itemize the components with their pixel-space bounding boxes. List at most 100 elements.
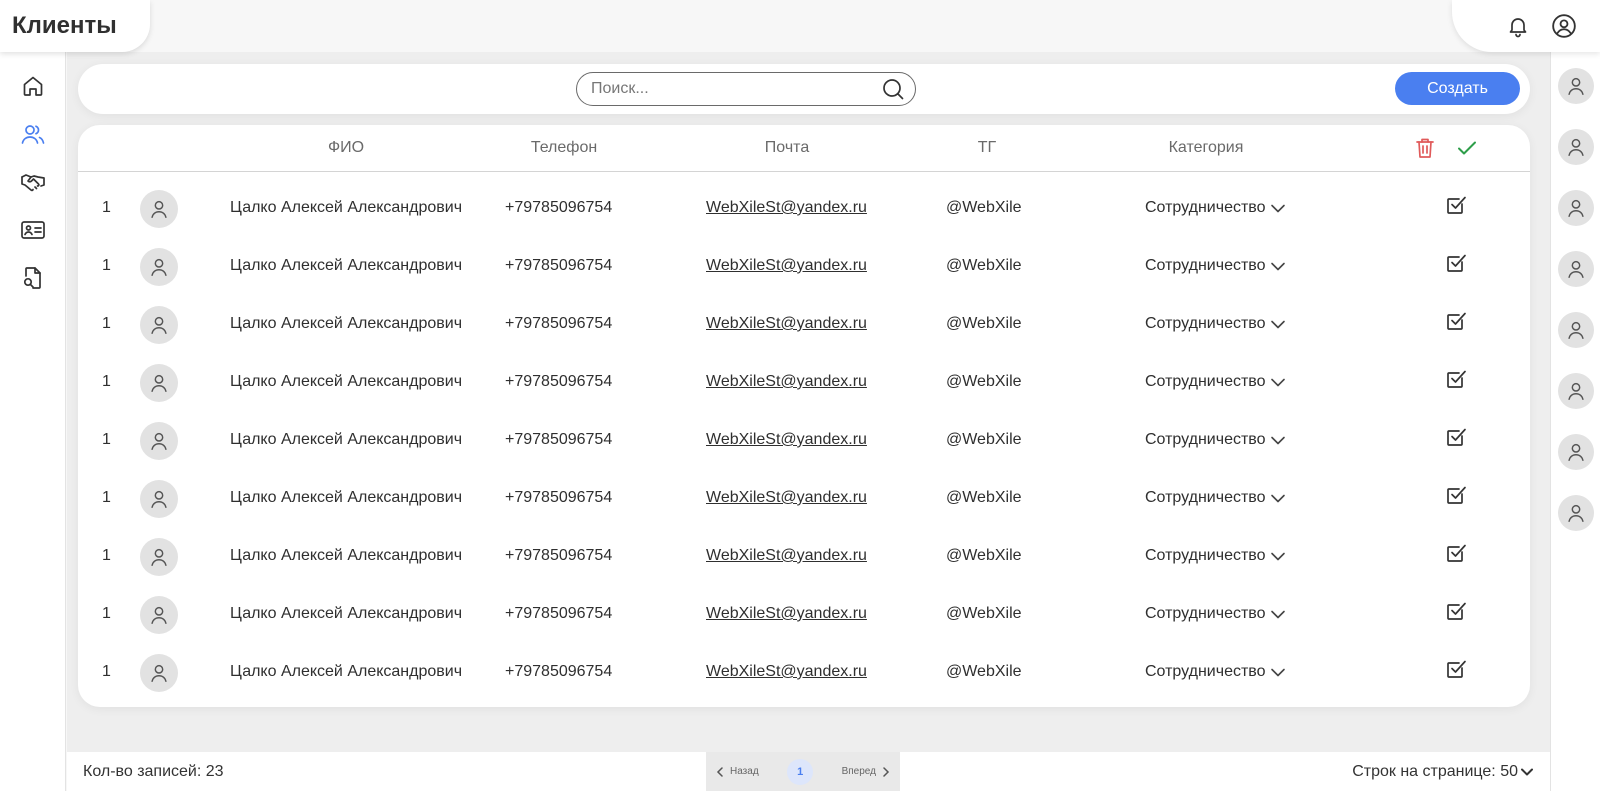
search-icon[interactable]: [881, 77, 905, 101]
client-email-link[interactable]: WebXileSt@yandex.ru: [706, 547, 867, 565]
nav-item-clients[interactable]: [17, 120, 49, 148]
table-row[interactable]: 1 Цалко Алексей Александрович +79785096754…: [78, 585, 1530, 643]
client-fio: Цалко Алексей Александрович: [230, 605, 463, 622]
table-row[interactable]: 1 Цалко Алексей Александрович +79785096754…: [78, 643, 1530, 701]
col-header-fio[interactable]: ФИО: [328, 139, 364, 157]
category-select[interactable]: Сотрудничество: [1145, 431, 1286, 449]
client-tg: @WebXile: [946, 663, 1022, 680]
nav-item-partners[interactable]: [17, 168, 49, 196]
row-number: 1: [102, 547, 111, 564]
search-field[interactable]: [576, 72, 916, 106]
category-select[interactable]: Сотрудничество: [1145, 489, 1286, 507]
row-number: 1: [102, 199, 111, 216]
chevron-down-icon: [1270, 436, 1285, 445]
table-row[interactable]: 1 Цалко Алексей Александрович +79785096754…: [78, 527, 1530, 585]
chevron-right-icon: [883, 766, 890, 777]
rows-per-page-label: Строк на странице: 50: [1352, 763, 1518, 780]
category-select[interactable]: Сотрудничество: [1145, 547, 1286, 565]
confirm-selected-button[interactable]: [1454, 135, 1480, 161]
row-checkbox[interactable]: [1444, 657, 1468, 681]
prev-page-button[interactable]: Назад: [716, 766, 759, 777]
bell-icon[interactable]: [1504, 12, 1532, 40]
row-checkbox[interactable]: [1444, 309, 1468, 333]
category-select[interactable]: Сотрудничество: [1145, 605, 1286, 623]
sidebar-user-avatar[interactable]: [1557, 190, 1594, 226]
users-icon: [21, 125, 44, 144]
category-value: Сотрудничество: [1145, 547, 1266, 564]
avatar: [140, 248, 178, 286]
checkbox-checked-icon: [1447, 312, 1466, 330]
client-email-link[interactable]: WebXileSt@yandex.ru: [706, 663, 867, 681]
avatar: [140, 596, 178, 634]
table-body: 1 Цалко Алексей Александрович +79785096754…: [78, 179, 1530, 701]
row-checkbox[interactable]: [1444, 367, 1468, 391]
row-checkbox[interactable]: [1444, 251, 1468, 275]
client-email-link[interactable]: WebXileSt@yandex.ru: [706, 431, 867, 449]
table-row[interactable]: 1 Цалко Алексей Александрович +79785096754…: [78, 353, 1530, 411]
category-select[interactable]: Сотрудничество: [1145, 257, 1286, 275]
col-header-category[interactable]: Категория: [1169, 139, 1244, 157]
nav-item-cards[interactable]: [17, 216, 49, 244]
sidebar-user-avatar[interactable]: [1557, 68, 1594, 104]
row-checkbox[interactable]: [1444, 483, 1468, 507]
sidebar-user-avatar[interactable]: [1557, 495, 1594, 531]
document-search-icon: [23, 267, 41, 289]
checkbox-checked-icon: [1447, 602, 1466, 620]
sidebar-user-avatar[interactable]: [1557, 434, 1594, 470]
client-email-link[interactable]: WebXileSt@yandex.ru: [706, 373, 867, 391]
client-phone: +79785096754: [505, 605, 613, 622]
client-email-link[interactable]: WebXileSt@yandex.ru: [706, 257, 867, 275]
create-button[interactable]: Создать: [1395, 72, 1520, 105]
user-icon: [1567, 321, 1584, 339]
table-footer: Кол-во записей: 23 Назад 1 Вперед Строк …: [67, 752, 1550, 791]
sidebar-user-avatar[interactable]: [1557, 129, 1594, 165]
category-value: Сотрудничество: [1145, 489, 1266, 506]
checkmark-icon: [1458, 141, 1476, 155]
user-icon: [1567, 504, 1584, 522]
category-select[interactable]: Сотрудничество: [1145, 663, 1286, 681]
client-tg: @WebXile: [946, 489, 1022, 506]
col-header-phone[interactable]: Телефон: [531, 139, 597, 157]
nav-item-home[interactable]: [17, 72, 49, 100]
table-row[interactable]: 1 Цалко Алексей Александрович +79785096754…: [78, 295, 1530, 353]
search-input[interactable]: [591, 80, 881, 98]
client-email-link[interactable]: WebXileSt@yandex.ru: [706, 199, 867, 217]
avatar: [140, 480, 178, 518]
rows-per-page-select[interactable]: Строк на странице: 50: [1352, 763, 1534, 781]
pagination: Назад 1 Вперед: [706, 752, 900, 791]
row-checkbox[interactable]: [1444, 193, 1468, 217]
client-fio: Цалко Алексей Александрович: [230, 315, 463, 332]
client-fio: Цалко Алексей Александрович: [230, 663, 463, 680]
page-number-current[interactable]: 1: [787, 758, 814, 785]
user-circle-icon[interactable]: [1550, 12, 1578, 40]
chevron-down-icon: [1270, 494, 1285, 503]
client-email-link[interactable]: WebXileSt@yandex.ru: [706, 605, 867, 623]
sidebar-user-avatar[interactable]: [1557, 373, 1594, 409]
col-header-tg[interactable]: ТГ: [978, 139, 996, 157]
client-phone: +79785096754: [505, 315, 613, 332]
category-select[interactable]: Сотрудничество: [1145, 315, 1286, 333]
col-header-email[interactable]: Почта: [765, 139, 809, 157]
row-checkbox[interactable]: [1444, 541, 1468, 565]
client-email-link[interactable]: WebXileSt@yandex.ru: [706, 315, 867, 333]
row-checkbox[interactable]: [1444, 599, 1468, 623]
client-fio: Цалко Алексей Александрович: [230, 257, 463, 274]
row-number: 1: [102, 605, 111, 622]
delete-selected-button[interactable]: [1412, 135, 1438, 161]
row-checkbox[interactable]: [1444, 425, 1468, 449]
table-row[interactable]: 1 Цалко Алексей Александрович +79785096754…: [78, 179, 1530, 237]
category-select[interactable]: Сотрудничество: [1145, 373, 1286, 391]
next-page-button[interactable]: Вперед: [842, 766, 890, 777]
sidebar-user-avatar[interactable]: [1557, 251, 1594, 287]
nav-item-documents[interactable]: [17, 264, 49, 292]
sidebar-user-avatar[interactable]: [1557, 312, 1594, 348]
table-row[interactable]: 1 Цалко Алексей Александрович +79785096754…: [78, 237, 1530, 295]
table-row[interactable]: 1 Цалко Алексей Александрович +79785096754…: [78, 411, 1530, 469]
search-bar: Создать: [78, 64, 1530, 114]
table-row[interactable]: 1 Цалко Алексей Александрович +79785096754…: [78, 469, 1530, 527]
checkbox-checked-icon: [1447, 428, 1466, 446]
category-select[interactable]: Сотрудничество: [1145, 199, 1286, 217]
client-email-link[interactable]: WebXileSt@yandex.ru: [706, 489, 867, 507]
client-phone: +79785096754: [505, 663, 613, 680]
client-tg: @WebXile: [946, 257, 1022, 274]
